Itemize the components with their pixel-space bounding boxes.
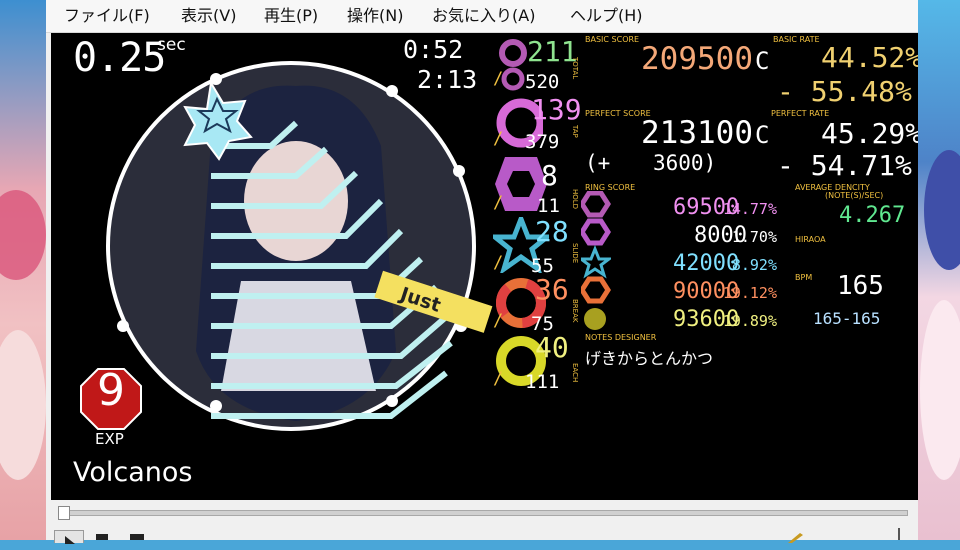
- sensor-dot: [210, 400, 222, 412]
- stop-icon[interactable]: [130, 534, 144, 540]
- art-decoration: [920, 300, 960, 480]
- pencil-icon[interactable]: [786, 528, 804, 543]
- ring-tap-icon: [581, 191, 611, 218]
- menu-help[interactable]: ヘルプ(H): [568, 5, 645, 27]
- basic-rate-remain: - 55.48%: [777, 75, 912, 108]
- player-window: ファイル(F) 表示(V) 再生(P) 操作(N) お気に入り(A) ヘルプ(H…: [46, 0, 918, 544]
- basic-rate-value: 44.52%: [821, 41, 918, 74]
- time-total: 2:13: [417, 65, 478, 94]
- playfield-ring: [106, 61, 493, 431]
- notes-designer-label: NOTES DESIGNER: [585, 333, 657, 342]
- song-title: Volcanos: [73, 457, 193, 488]
- basic-grade: C: [755, 47, 770, 75]
- character-face: [244, 141, 348, 261]
- sensor-dot: [386, 395, 398, 407]
- note-max: 520: [525, 71, 560, 93]
- menu-file[interactable]: ファイル(F): [62, 5, 152, 27]
- seek-bar[interactable]: [58, 510, 908, 516]
- perfect-bonus: 3600): [653, 151, 717, 175]
- note-counter-slide: 28 / 55 SLIDE: [493, 215, 579, 277]
- note-count: 8: [541, 159, 558, 192]
- level-number: 9: [97, 365, 125, 416]
- note-count: 139: [531, 93, 582, 126]
- ring-score-percent: 19.89%: [722, 312, 777, 330]
- pause-icon[interactable]: [96, 534, 108, 540]
- note-type-label: HOLD: [571, 189, 579, 210]
- note-counter-hold: 8 / 11 HOLD: [491, 153, 581, 217]
- ring-score-percent: 19.12%: [722, 284, 777, 302]
- ring-each-icon: [584, 308, 606, 330]
- ring-icons: [581, 191, 611, 330]
- note-counter-break: 36 / 75 BREAK: [493, 273, 579, 335]
- menu-operation[interactable]: 操作(N): [345, 5, 405, 27]
- art-decoration: [0, 190, 46, 280]
- perfect-bonus-open: (+: [585, 151, 611, 175]
- sensor-dot: [453, 165, 465, 177]
- note-type-label: EACH: [571, 363, 579, 383]
- note-max: 379: [525, 131, 560, 153]
- perfect-rate-remain: - 54.71%: [777, 149, 912, 182]
- video-stage: 0.25 sec Just 0:52 2:13 9 EXP Volcanos 2…: [51, 33, 918, 500]
- basic-score-label: BASIC SCORE: [585, 35, 640, 44]
- sensor-dot: [117, 320, 129, 332]
- difficulty-label: EXP: [95, 430, 124, 448]
- art-decoration: [924, 150, 960, 270]
- note-count: 36: [535, 273, 569, 306]
- note-count: 40: [535, 331, 569, 364]
- ring-score-percent: 14.77%: [722, 200, 777, 218]
- play-button[interactable]: [54, 530, 84, 544]
- ring-hold-icon: [581, 218, 611, 246]
- sensor-dot: [386, 85, 398, 97]
- average-density-sublabel: (NOTE(S)/SEC): [825, 191, 884, 200]
- average-density-value: 4.267: [839, 203, 906, 228]
- perfect-score-value: 213100: [641, 115, 753, 151]
- menu-view[interactable]: 表示(V): [179, 5, 238, 27]
- note-counter-each: 40 / 111 EACH: [493, 331, 579, 393]
- time-current: 0:52: [403, 35, 464, 64]
- art-decoration: [0, 330, 46, 480]
- play-icon: [65, 536, 75, 544]
- background-art-left: [0, 0, 46, 540]
- note-max: 11: [537, 195, 560, 217]
- perfect-grade: C: [755, 121, 770, 149]
- note-max: 111: [525, 371, 560, 393]
- hiraoa-label: HIRAOA: [795, 235, 826, 244]
- playback-controls: [46, 500, 918, 544]
- note-count: 28: [535, 215, 569, 248]
- volume-marker[interactable]: [898, 528, 900, 540]
- perfect-rate-value: 45.29%: [821, 117, 918, 150]
- seek-thumb[interactable]: [58, 506, 70, 520]
- menu-favorites[interactable]: お気に入り(A): [430, 5, 537, 27]
- background-art-right: [918, 0, 960, 540]
- bpm-label: BPM: [795, 273, 813, 282]
- score-panel: BASIC SCORE BASIC RATE 209500 C 44.52% -…: [581, 33, 918, 393]
- note-counter-tap: 139 / 379 TAP: [493, 93, 582, 153]
- basic-score-value: 209500: [641, 41, 753, 77]
- note-type-label: SLIDE: [571, 243, 579, 264]
- ring-score-percent: 1.70%: [731, 228, 777, 246]
- note-count: 211: [527, 35, 578, 68]
- note-type-label: TAP: [571, 125, 579, 138]
- menu-bar: ファイル(F) 表示(V) 再生(P) 操作(N) お気に入り(A) ヘルプ(H…: [46, 0, 918, 33]
- notes-designer-value: げきからとんかつ: [585, 349, 714, 368]
- basic-rate-label: BASIC RATE: [773, 35, 820, 44]
- bpm-value: 165: [837, 271, 884, 301]
- note-counter-panel: 211 / 520 TOTAL 139 / 379 TAP 8 / 11 HOL…: [491, 33, 582, 393]
- note-type-label: TOTAL: [571, 57, 579, 80]
- ring-slide-icon: [581, 244, 611, 279]
- note-counter-total: 211 / 520 TOTAL: [493, 35, 579, 93]
- bpm-range: 165-165: [813, 309, 881, 328]
- ring-score-percent: 8.92%: [731, 256, 777, 274]
- menu-play[interactable]: 再生(P): [262, 5, 320, 27]
- ring-break-icon: [581, 276, 611, 304]
- note-type-label: BREAK: [571, 299, 579, 323]
